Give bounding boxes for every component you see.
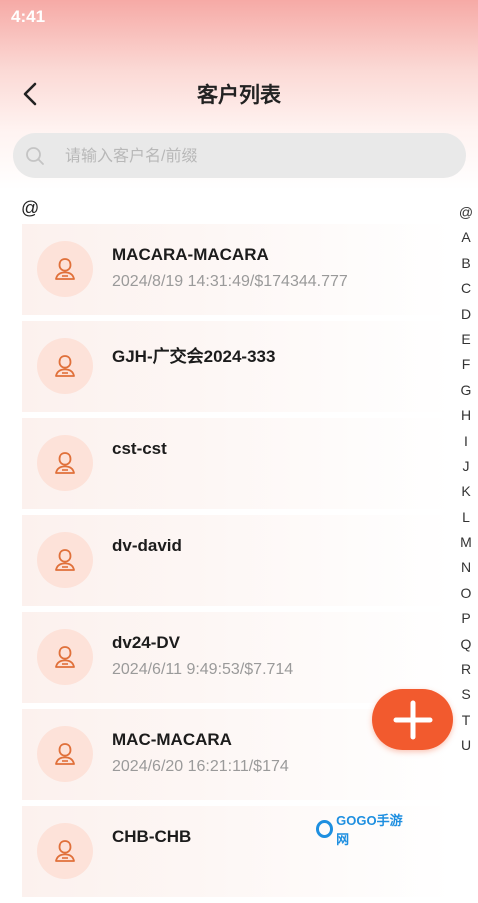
index-letter[interactable]: D xyxy=(455,302,477,327)
index-letter[interactable]: K xyxy=(455,479,477,504)
alphabet-index[interactable]: @ A B C D E F G H I J K L M N O P Q R S … xyxy=(455,200,477,759)
customer-row[interactable]: dv24-DV 2024/6/11 9:49:53/$7.714 xyxy=(22,612,452,703)
customer-name: MACARA-MACARA xyxy=(112,245,269,264)
customer-row[interactable]: GJH-广交会2024-333 xyxy=(22,321,452,412)
user-icon xyxy=(55,743,75,765)
user-icon xyxy=(55,549,75,571)
user-icon xyxy=(55,355,75,377)
customer-detail: 2024/6/11 9:49:53/$7.714 xyxy=(112,661,294,678)
index-letter[interactable]: H xyxy=(455,403,477,428)
index-letter[interactable]: I xyxy=(455,429,477,454)
index-letter[interactable]: G xyxy=(455,378,477,403)
index-letter[interactable]: C xyxy=(455,276,477,301)
index-letter[interactable]: @ xyxy=(455,200,477,225)
index-letter[interactable]: M xyxy=(455,530,477,555)
index-letter[interactable]: N xyxy=(455,555,477,580)
index-letter[interactable]: A xyxy=(455,225,477,250)
search-icon xyxy=(26,147,44,165)
avatar xyxy=(37,532,93,588)
user-icon xyxy=(55,840,75,862)
search-input[interactable] xyxy=(63,133,457,180)
index-letter[interactable]: R xyxy=(455,657,477,682)
customer-name: dv-david xyxy=(112,536,182,555)
index-letter[interactable]: S xyxy=(455,682,477,707)
add-customer-button[interactable] xyxy=(372,689,453,750)
customer-row[interactable]: cst-cst xyxy=(22,418,452,509)
index-letter[interactable]: L xyxy=(455,505,477,530)
avatar xyxy=(37,338,93,394)
customer-name: cst-cst xyxy=(112,439,167,458)
watermark: GOGO手游网 xyxy=(316,813,410,847)
index-letter[interactable]: E xyxy=(455,327,477,352)
customer-row[interactable]: dv-david xyxy=(22,515,452,606)
index-letter[interactable]: B xyxy=(455,251,477,276)
customer-detail: 2024/6/20 16:21:11/$174 xyxy=(112,758,289,775)
index-letter[interactable]: P xyxy=(455,606,477,631)
avatar xyxy=(37,726,93,782)
customer-name: GJH-广交会2024-333 xyxy=(112,347,276,366)
avatar xyxy=(37,629,93,685)
user-icon xyxy=(55,452,75,474)
customer-name: MAC-MACARA xyxy=(112,730,232,749)
index-letter[interactable]: O xyxy=(455,581,477,606)
index-letter[interactable]: J xyxy=(455,454,477,479)
customer-list: MACARA-MACARA 2024/8/19 14:31:49/$174344… xyxy=(22,224,452,903)
customer-detail: 2024/8/19 14:31:49/$174344.777 xyxy=(112,273,348,290)
watermark-text: GOGO手游网 xyxy=(336,813,403,847)
search-bar[interactable] xyxy=(13,133,466,180)
plus-icon xyxy=(393,700,432,739)
watermark-logo-icon xyxy=(316,820,334,838)
index-letter[interactable]: Q xyxy=(455,632,477,657)
customer-row[interactable]: MACARA-MACARA 2024/8/19 14:31:49/$174344… xyxy=(22,224,452,315)
avatar xyxy=(37,241,93,297)
index-letter[interactable]: U xyxy=(455,733,477,758)
avatar xyxy=(37,823,93,879)
index-letter[interactable]: T xyxy=(455,708,477,733)
page-title: 客户列表 xyxy=(197,84,281,107)
customer-name: CHB-CHB xyxy=(112,827,192,846)
section-header: @ xyxy=(21,198,40,218)
status-time: 4:41 xyxy=(11,7,46,26)
user-icon xyxy=(55,646,75,668)
avatar xyxy=(37,435,93,491)
user-icon xyxy=(55,258,75,280)
customer-name: dv24-DV xyxy=(112,633,181,652)
index-letter[interactable]: F xyxy=(455,352,477,377)
